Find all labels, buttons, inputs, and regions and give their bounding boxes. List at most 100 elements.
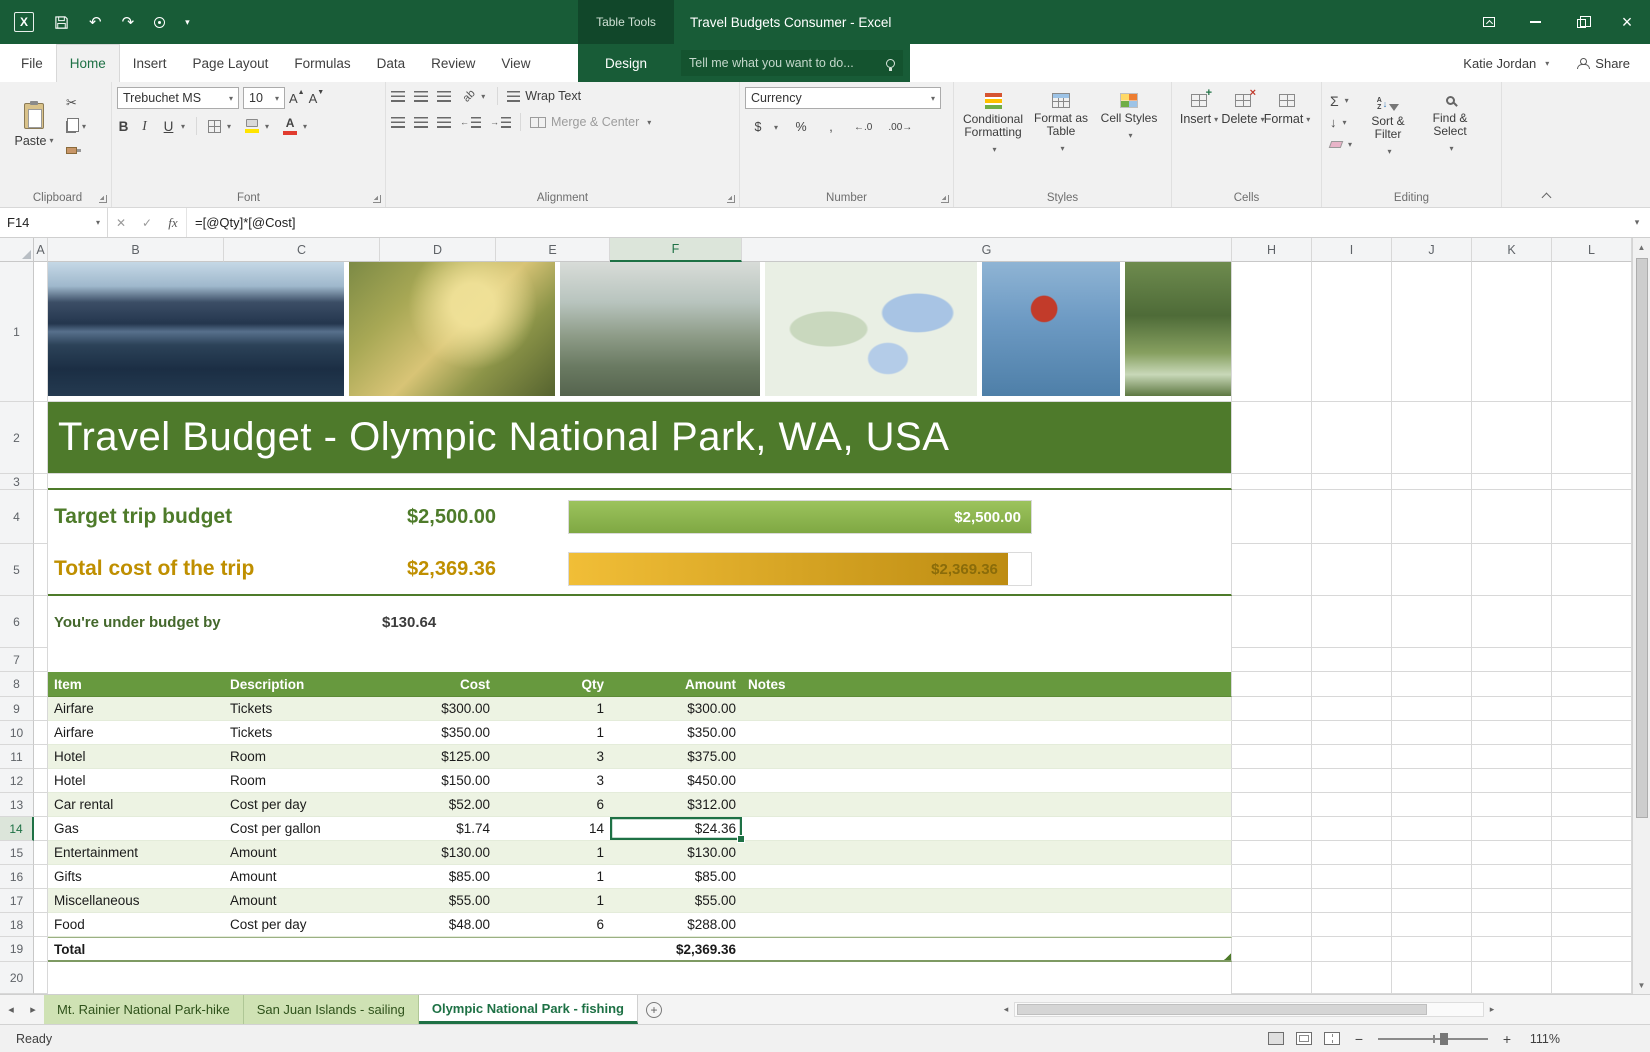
- grid-cell[interactable]: [34, 889, 48, 913]
- grid-cells-h-l[interactable]: [1232, 745, 1632, 769]
- share-button[interactable]: Share: [1577, 56, 1630, 71]
- paste-button[interactable]: Paste▾: [9, 99, 59, 148]
- tab-design[interactable]: Design: [578, 44, 674, 82]
- grid-cell[interactable]: [34, 769, 48, 793]
- cost-cell[interactable]: $150.00: [380, 769, 496, 793]
- under-budget-value-cell[interactable]: $130.64: [380, 596, 496, 648]
- total-cost-value-cell[interactable]: $2,369.36: [380, 544, 496, 596]
- qty-cell[interactable]: 14: [496, 817, 610, 841]
- qty-cell[interactable]: 1: [496, 889, 610, 913]
- grid-cell[interactable]: [34, 474, 48, 490]
- tab-view[interactable]: View: [488, 44, 543, 82]
- item-cell[interactable]: Car rental: [48, 793, 224, 817]
- row-header-9[interactable]: 9: [0, 697, 34, 721]
- grid-cells-h-l[interactable]: [1232, 474, 1632, 490]
- amount-cell[interactable]: $450.00: [610, 769, 742, 793]
- target-budget-label-cell[interactable]: Target trip budget: [48, 490, 380, 544]
- notes-cell[interactable]: [742, 721, 1232, 745]
- new-sheet-button[interactable]: +: [638, 995, 670, 1024]
- grid-cell[interactable]: [34, 962, 48, 994]
- target-budget-bar-cell[interactable]: $2,500.00: [496, 490, 1232, 544]
- description-cell[interactable]: Cost per day: [224, 793, 380, 817]
- photo-forest-river[interactable]: [1125, 262, 1231, 396]
- tell-me-input[interactable]: Tell me what you want to do...: [681, 50, 903, 76]
- grid-cells-h-l[interactable]: [1232, 889, 1632, 913]
- grid-cell[interactable]: [34, 793, 48, 817]
- description-cell[interactable]: Amount: [224, 889, 380, 913]
- alignment-dialog-launcher-icon[interactable]: [727, 195, 735, 203]
- minimize-icon[interactable]: [1512, 0, 1558, 44]
- total-cost-label-cell[interactable]: Total cost of the trip: [48, 544, 380, 596]
- description-cell[interactable]: Tickets: [224, 721, 380, 745]
- grid-cell[interactable]: [48, 474, 1232, 490]
- row-header-7[interactable]: 7: [0, 648, 34, 672]
- amount-cell[interactable]: $300.00: [610, 697, 742, 721]
- row-header-15[interactable]: 15: [0, 841, 34, 865]
- grid-cells-h-l[interactable]: [1232, 596, 1632, 648]
- account-name[interactable]: Katie Jordan▾: [1463, 56, 1549, 71]
- grid-cells-h-l[interactable]: [1232, 490, 1632, 544]
- sort-filter-button[interactable]: AZ↓ Sort & Filter ▾: [1357, 87, 1419, 189]
- font-dialog-launcher-icon[interactable]: [373, 195, 381, 203]
- grid-cell[interactable]: [34, 544, 48, 596]
- banner-title-cell[interactable]: Travel Budget - Olympic National Park, W…: [48, 402, 1232, 474]
- format-cells-button[interactable]: Format▾: [1265, 87, 1309, 189]
- cost-cell[interactable]: $125.00: [380, 745, 496, 769]
- amount-cell[interactable]: $85.00: [610, 865, 742, 889]
- target-budget-value-cell[interactable]: $2,500.00: [380, 490, 496, 544]
- column-header-c[interactable]: C: [224, 238, 380, 262]
- grid-cell[interactable]: [34, 721, 48, 745]
- description-cell[interactable]: Cost per day: [224, 913, 380, 937]
- italic-button[interactable]: I: [138, 118, 151, 134]
- grid-cells-h-l[interactable]: [1232, 262, 1632, 402]
- amount-cell[interactable]: $288.00: [610, 913, 742, 937]
- qty-cell[interactable]: 6: [496, 793, 610, 817]
- copy-button[interactable]: ▾: [63, 118, 89, 135]
- decrease-decimal-button[interactable]: .00→: [885, 117, 915, 137]
- undo-icon[interactable]: ↶: [89, 13, 102, 31]
- row-header-6[interactable]: 6: [0, 596, 34, 648]
- tab-review[interactable]: Review: [418, 44, 488, 82]
- table-header-qty[interactable]: Qty: [496, 672, 610, 697]
- notes-cell[interactable]: [742, 697, 1232, 721]
- grid-cells-h-l[interactable]: [1232, 841, 1632, 865]
- column-header-j[interactable]: J: [1392, 238, 1472, 262]
- number-dialog-launcher-icon[interactable]: [941, 195, 949, 203]
- column-header-k[interactable]: K: [1472, 238, 1552, 262]
- column-header-e[interactable]: E: [496, 238, 610, 262]
- grid-cell[interactable]: [48, 648, 1232, 672]
- grid-cells-h-l[interactable]: [1232, 544, 1632, 596]
- grid-cell[interactable]: [34, 402, 48, 474]
- accounting-format-button[interactable]: $▾: [745, 119, 781, 136]
- amount-cell[interactable]: $350.00: [610, 721, 742, 745]
- close-icon[interactable]: ×: [1604, 0, 1650, 44]
- insert-cells-button[interactable]: Insert▾: [1177, 87, 1221, 189]
- scroll-right-icon[interactable]: ▸: [1484, 1004, 1500, 1015]
- notes-cell[interactable]: [742, 769, 1232, 793]
- description-cell[interactable]: Tickets: [224, 697, 380, 721]
- row-header-18[interactable]: 18: [0, 913, 34, 937]
- select-all-corner[interactable]: [0, 238, 34, 262]
- formula-input[interactable]: =[@Qty]*[@Cost]: [187, 208, 1624, 237]
- zoom-level[interactable]: 111%: [1526, 1032, 1560, 1046]
- row-header-3[interactable]: 3: [0, 474, 34, 490]
- grid-cell[interactable]: [380, 937, 496, 962]
- row-header-17[interactable]: 17: [0, 889, 34, 913]
- sheet-nav-right-icon[interactable]: ▸: [22, 995, 44, 1024]
- notes-cell[interactable]: [742, 817, 1232, 841]
- borders-button[interactable]: ▾: [205, 118, 234, 135]
- description-cell[interactable]: Room: [224, 745, 380, 769]
- normal-view-icon[interactable]: [1268, 1032, 1284, 1045]
- increase-font-size-button[interactable]: A▲: [289, 91, 305, 106]
- table-header-description[interactable]: Description: [224, 672, 380, 697]
- enter-icon[interactable]: ✓: [134, 216, 160, 230]
- item-cell[interactable]: Airfare: [48, 697, 224, 721]
- restore-icon[interactable]: [1558, 0, 1604, 44]
- horizontal-scroll-track[interactable]: [1014, 1002, 1484, 1017]
- row-header-13[interactable]: 13: [0, 793, 34, 817]
- row-header-14-selected[interactable]: 14: [0, 817, 34, 841]
- row-header-1[interactable]: 1: [0, 262, 34, 402]
- sheet-tab-olympic-active[interactable]: Olympic National Park - fishing: [419, 995, 638, 1024]
- collapse-ribbon-icon[interactable]: [1542, 191, 1552, 201]
- grid-cell[interactable]: [34, 817, 48, 841]
